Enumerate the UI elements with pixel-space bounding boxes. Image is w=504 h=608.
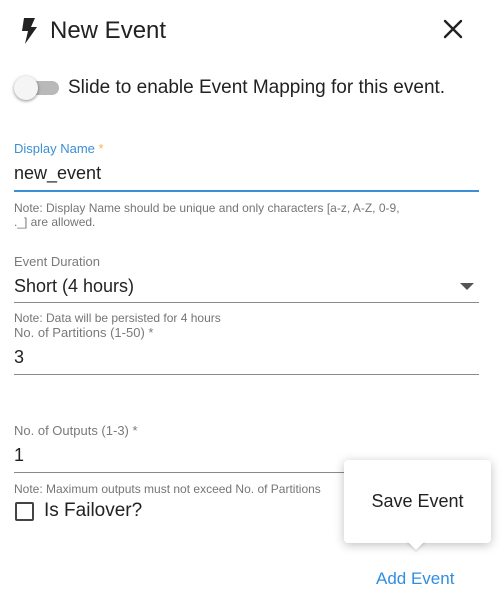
outputs-note: Note: Maximum outputs must not exceed No…: [14, 482, 321, 496]
partitions-input[interactable]: 3: [14, 345, 24, 369]
failover-checkbox[interactable]: [15, 502, 34, 521]
event-duration-label: Event Duration: [14, 254, 100, 269]
dialog-title: New Event: [50, 17, 167, 44]
required-mark: *: [98, 141, 104, 156]
display-name-label: Display Name *: [14, 141, 104, 156]
failover-label: Is Failover?: [44, 500, 143, 521]
event-duration-underline: [14, 302, 479, 303]
chevron-down-icon[interactable]: [460, 283, 474, 290]
display-name-underline: [14, 190, 479, 192]
add-event-button[interactable]: Add Event: [376, 567, 454, 591]
outputs-label: No. of Outputs (1-3) *: [14, 423, 138, 438]
event-duration-select[interactable]: Short (4 hours): [14, 274, 134, 298]
event-duration-note: Note: Data will be persisted for 4 hours: [14, 311, 221, 325]
event-mapping-toggle-thumb[interactable]: [14, 76, 38, 100]
display-name-input[interactable]: new_event: [14, 161, 101, 185]
partitions-label: No. of Partitions (1-50) *: [14, 325, 154, 340]
lightning-bolt-icon: [22, 18, 37, 44]
close-icon[interactable]: [441, 17, 465, 41]
display-name-note-line2: ._] are allowed.: [14, 215, 96, 229]
outputs-input[interactable]: 1: [14, 443, 24, 467]
save-event-button[interactable]: Save Event: [344, 488, 491, 514]
display-name-note-line1: Note: Display Name should be unique and …: [14, 201, 400, 215]
popover-arrow: [406, 540, 426, 550]
event-mapping-toggle-label: Slide to enable Event Mapping for this e…: [68, 77, 446, 98]
partitions-underline: [14, 374, 479, 375]
